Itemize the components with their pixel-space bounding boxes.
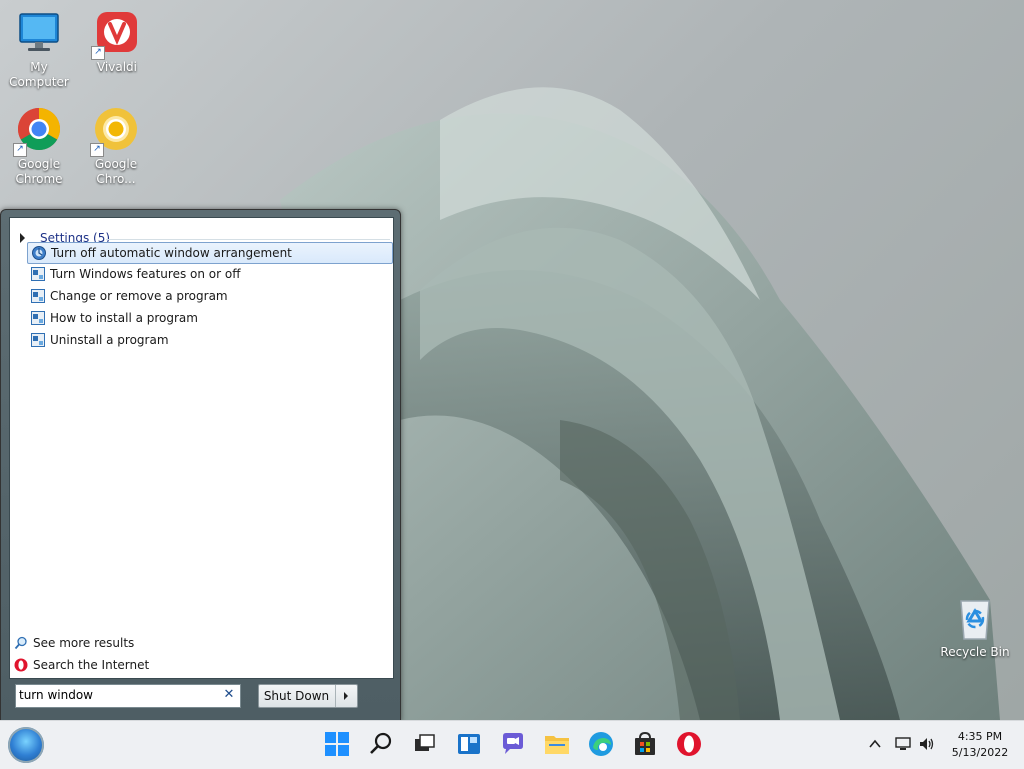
chat-icon[interactable] [499,730,527,758]
see-more-label: See more results [33,636,135,650]
widgets-icon[interactable] [455,730,483,758]
shortcut-arrow-icon: ↗ [90,143,104,157]
result-change-remove-program[interactable]: Change or remove a program [27,286,391,306]
vivaldi-icon: ↗ [91,10,141,60]
control-panel-icon [31,267,45,281]
search-results-pane: Settings (5) Turn off automatic window a… [9,217,394,679]
result-windows-features[interactable]: Turn Windows features on or off [27,264,391,284]
result-label: Uninstall a program [50,333,169,347]
control-panel-icon [31,333,45,347]
opera-icon [14,658,28,672]
result-install-program[interactable]: How to install a program [27,308,391,328]
search-icon[interactable] [367,730,395,758]
result-label: Change or remove a program [50,289,228,303]
control-panel-icon [31,289,45,303]
start-search-box[interactable]: ✕ [15,684,241,708]
network-icon[interactable] [894,735,912,753]
start-menu: Settings (5) Turn off automatic window a… [0,209,401,722]
desktop-icon-label: Vivaldi [96,60,138,74]
chrome-icon: ↗ [13,107,63,157]
edge-icon[interactable] [587,730,615,758]
task-view-icon[interactable] [411,730,439,758]
search-internet-label: Search the Internet [33,658,150,672]
result-label: Turn Windows features on or off [50,267,241,281]
desktop-icon-vivaldi[interactable]: ↗ Vivaldi [79,10,155,75]
windows-start-icon[interactable] [323,730,351,758]
computer-icon [15,10,63,58]
search-input[interactable] [19,686,215,704]
desktop-icon-label: Recycle Bin [940,645,1010,659]
control-panel-icon [31,311,45,325]
chrome-beta-icon: ↗ [90,107,140,157]
result-label: How to install a program [50,311,198,325]
shutdown-button[interactable]: Shut Down [259,685,334,707]
desktop-icon-label: Google Chro... [94,157,138,186]
result-uninstall-program[interactable]: Uninstall a program [27,330,391,350]
volume-icon[interactable] [918,735,936,753]
taskbar: 4:35 PM 5/13/2022 [0,720,1024,769]
expand-triangle-icon[interactable] [20,233,25,243]
start-orb-button[interactable] [8,727,44,763]
shortcut-arrow-icon: ↗ [13,143,27,157]
shutdown-button-group: Shut Down [258,684,358,708]
search-magnifier-icon [14,636,28,650]
clock-time: 4:35 PM [957,730,1003,743]
result-turn-off-window-arrangement[interactable]: Turn off automatic window arrangement [27,242,393,264]
shortcut-arrow-icon: ↗ [91,46,105,60]
result-label: Turn off automatic window arrangement [51,246,292,260]
taskbar-clock[interactable]: 4:35 PM 5/13/2022 [946,729,1014,761]
group-divider [106,239,390,240]
desktop-icon-google-chrome-beta[interactable]: ↗ Google Chro... [78,107,154,187]
desktop-icon-recycle-bin[interactable]: Recycle Bin [937,595,1013,660]
clear-search-icon[interactable]: ✕ [222,687,236,703]
show-hidden-icons-chevron-icon[interactable] [866,735,884,753]
ease-of-access-icon [32,246,46,260]
desktop-icon-label: My Computer [9,60,69,89]
file-explorer-icon[interactable] [543,730,571,758]
recycle-bin-icon [951,595,999,643]
shutdown-options-arrow-icon[interactable] [335,685,358,707]
store-icon[interactable] [631,730,659,758]
clock-date: 5/13/2022 [951,746,1009,759]
opera-icon[interactable] [675,730,703,758]
desktop-icon-google-chrome[interactable]: ↗ Google Chrome [1,107,77,187]
desktop-icon-label: Google Chrome [15,157,63,186]
desktop-icon-my-computer[interactable]: My Computer [1,10,77,90]
